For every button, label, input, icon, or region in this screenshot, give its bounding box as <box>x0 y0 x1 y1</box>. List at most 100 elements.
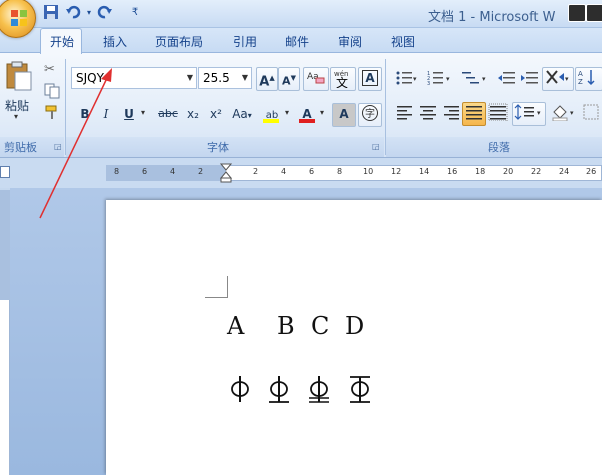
character-border-button[interactable]: A <box>358 67 382 91</box>
clipboard-group-label: 剪贴板 <box>4 141 37 154</box>
align-left-button[interactable] <box>393 102 417 126</box>
ruler-tick: 26 <box>586 167 597 176</box>
paragraph-group-label: 段落 <box>488 141 510 154</box>
ruler-tick: 6 <box>142 167 148 176</box>
clear-format-button[interactable]: Aa <box>303 67 329 91</box>
svg-text:▾: ▾ <box>570 109 574 117</box>
font-launcher-icon[interactable]: ◲ <box>372 142 381 151</box>
grow-font-button[interactable]: A▲ <box>256 67 278 91</box>
tab-home[interactable]: 开始 <box>50 33 74 50</box>
tab-references[interactable]: 引用 <box>233 33 257 50</box>
bold-button[interactable]: B <box>75 103 95 127</box>
font-group-label: 字体 <box>207 141 229 154</box>
ruler-tick: 4 <box>170 167 176 176</box>
steel-grade-symbol-d[interactable] <box>347 372 373 406</box>
save-icon[interactable] <box>42 4 60 22</box>
font-name-value: SJQY <box>76 71 104 85</box>
chevron-down-icon[interactable]: ▼ <box>242 73 248 82</box>
tab-page-layout[interactable]: 页面布局 <box>155 33 203 50</box>
ruler-tick: 20 <box>503 167 514 176</box>
ruler-tick: 4 <box>281 167 287 176</box>
character-shading-button[interactable]: A <box>332 103 356 127</box>
subscript-button[interactable]: x₂ <box>182 103 204 127</box>
phonetic-guide-button[interactable]: wén 文 <box>330 67 356 91</box>
ruler-tick: 22 <box>531 167 542 176</box>
strikethrough-button[interactable]: abc <box>152 103 184 127</box>
svg-text:▾: ▾ <box>482 75 486 83</box>
superscript-button[interactable]: x² <box>205 103 227 127</box>
cut-icon[interactable]: ✂ <box>44 62 60 78</box>
steel-grade-symbol-c[interactable] <box>306 372 332 406</box>
doc-letter-d[interactable]: D <box>345 312 364 340</box>
underline-dropdown-icon[interactable]: ▾ <box>141 108 145 117</box>
font-size-value: 25.5 <box>203 71 230 85</box>
group-separator <box>65 59 66 155</box>
ime-icon[interactable] <box>586 4 602 22</box>
ruler-tick: 16 <box>447 167 458 176</box>
paste-dropdown-icon[interactable]: ▾ <box>14 112 18 121</box>
svg-text:字: 字 <box>365 107 375 120</box>
doc-letter-b[interactable]: B <box>277 312 295 340</box>
keyboard-icon[interactable] <box>568 4 586 22</box>
redo-icon[interactable] <box>96 4 114 22</box>
ruler-tick: 2 <box>253 167 259 176</box>
font-color-dropdown-icon[interactable]: ▾ <box>320 108 324 117</box>
ruler-tick: 18 <box>475 167 486 176</box>
ruler-tick: 24 <box>559 167 570 176</box>
steel-grade-symbol-b[interactable] <box>266 372 292 406</box>
indent-marker-icon[interactable] <box>220 163 232 183</box>
ruler-tick: 8 <box>114 167 120 176</box>
numbering-button[interactable]: 1 2 3 ▾ <box>425 68 455 92</box>
chevron-down-icon[interactable]: ▼ <box>187 73 193 82</box>
tab-review[interactable]: 审阅 <box>338 33 362 50</box>
vertical-ruler-margin-shade <box>0 190 10 300</box>
align-center-button[interactable] <box>416 102 440 126</box>
group-separator <box>385 59 386 155</box>
paste-icon[interactable] <box>4 60 34 91</box>
change-case-button[interactable]: Aa▾ <box>228 103 256 127</box>
chinese-layout-button[interactable]: ▾ <box>542 67 574 91</box>
font-size-combo[interactable]: 25.5 ▼ <box>198 67 252 89</box>
tab-selector-icon[interactable] <box>0 166 10 178</box>
ruler-tick: 12 <box>391 167 402 176</box>
doc-letter-c[interactable]: C <box>311 312 329 340</box>
borders-button[interactable] <box>580 102 602 126</box>
distributed-button[interactable] <box>486 102 510 126</box>
decrease-indent-button[interactable] <box>495 68 519 92</box>
format-painter-icon[interactable] <box>44 104 60 120</box>
line-spacing-button[interactable]: ▾ <box>512 102 546 126</box>
svg-text:Z: Z <box>578 78 583 86</box>
enclose-characters-button[interactable]: 字 <box>358 103 382 127</box>
copy-icon[interactable] <box>44 83 60 99</box>
doc-letter-a[interactable]: A <box>227 312 244 340</box>
tab-insert[interactable]: 插入 <box>103 33 127 50</box>
align-right-button[interactable] <box>439 102 463 126</box>
tab-view[interactable]: 视图 <box>391 33 415 50</box>
clipboard-launcher-icon[interactable]: ◲ <box>54 142 63 151</box>
ruler-tick: 14 <box>419 167 430 176</box>
ruler-tick: 8 <box>337 167 343 176</box>
window-title: 文档 1 - Microsoft W <box>428 10 556 25</box>
svg-text:▾: ▾ <box>446 75 450 83</box>
highlight-dropdown-icon[interactable]: ▾ <box>285 108 289 117</box>
increase-indent-button[interactable] <box>518 68 542 92</box>
steel-grade-symbol-a[interactable] <box>228 372 254 406</box>
svg-text:▾: ▾ <box>565 75 569 83</box>
ruler-ticks: 8 6 4 2 2 4 6 8 10 12 14 16 18 20 22 24 … <box>106 165 602 181</box>
italic-button[interactable]: I <box>96 103 116 127</box>
font-color-button[interactable]: A <box>295 103 319 127</box>
tab-mailings[interactable]: 邮件 <box>285 33 309 50</box>
highlight-button[interactable]: ab <box>259 103 285 127</box>
shrink-font-button[interactable]: A▼ <box>278 67 300 91</box>
ruler-tick: 6 <box>309 167 315 176</box>
font-name-combo[interactable]: SJQY ▼ <box>71 67 197 89</box>
svg-text:▾: ▾ <box>413 75 417 83</box>
customize-qat-icon[interactable]: ₹ <box>126 4 144 22</box>
justify-button[interactable] <box>462 102 486 126</box>
underline-button[interactable]: U <box>119 103 139 127</box>
bullets-button[interactable]: ▾ <box>393 68 421 92</box>
margin-corner-mark <box>205 276 228 298</box>
multilevel-list-button[interactable]: ▾ <box>459 68 491 92</box>
shading-button[interactable]: ▾ <box>548 102 580 126</box>
sort-button[interactable]: AZ <box>575 67 602 91</box>
